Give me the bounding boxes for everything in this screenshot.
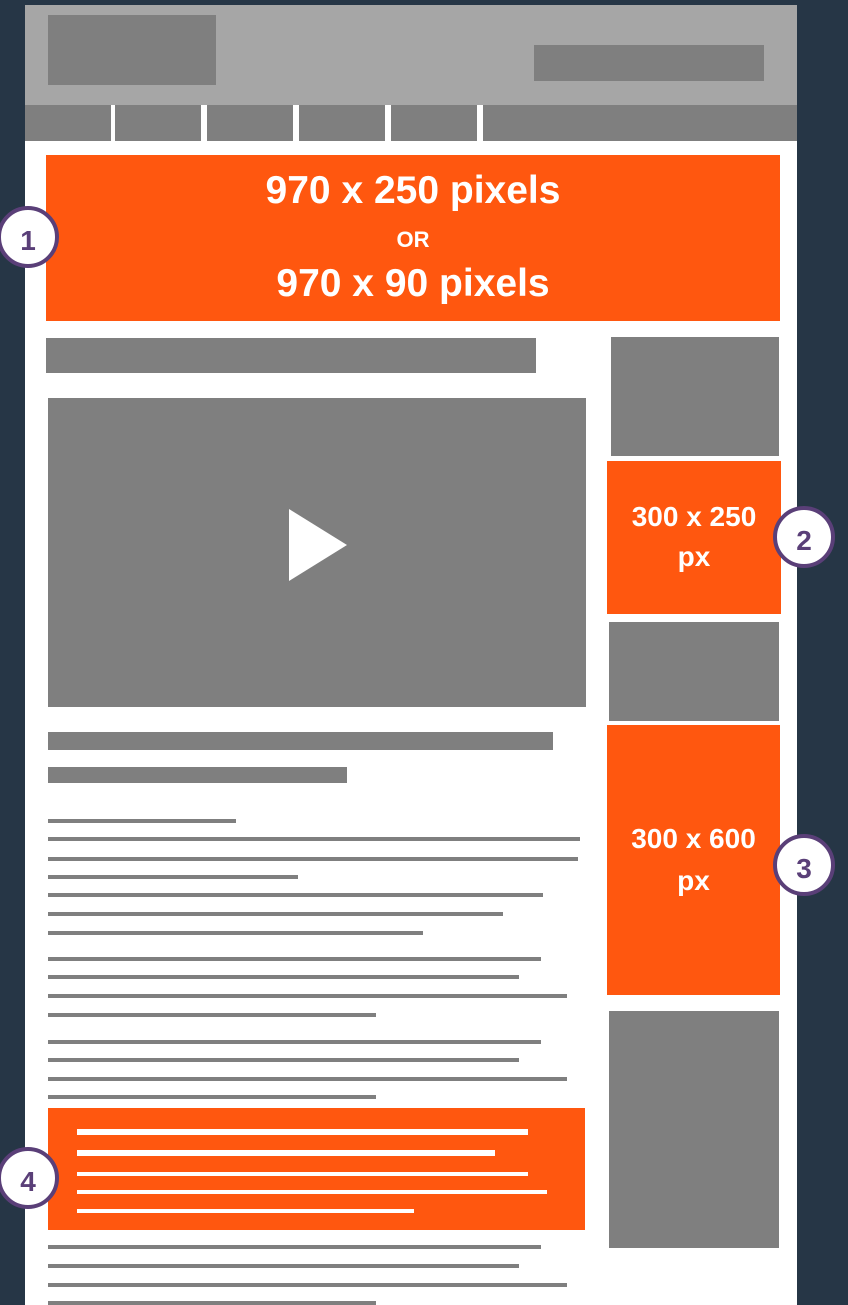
body-text-line xyxy=(48,893,543,897)
body-text-line xyxy=(48,975,519,979)
ad-text-line xyxy=(77,1150,495,1156)
body-text-line xyxy=(48,819,236,823)
ad-slot-medium-rectangle: 300 x 250 px xyxy=(607,461,781,614)
video-player-placeholder[interactable] xyxy=(48,398,586,707)
ad-slot-in-article xyxy=(48,1108,585,1230)
body-text-line xyxy=(48,994,567,998)
ad-text-line xyxy=(77,1129,528,1135)
body-text-line xyxy=(48,912,503,916)
body-text-line xyxy=(48,1040,541,1044)
logo-placeholder xyxy=(48,15,216,85)
body-text-line xyxy=(48,1264,519,1268)
half-page-size-label: 300 x 600 xyxy=(631,823,756,854)
banner-size-primary: 970 x 250 pixels xyxy=(265,169,561,212)
banner-size-alternate: 970 x 90 pixels xyxy=(276,262,550,305)
body-text-line xyxy=(48,1245,541,1249)
play-icon[interactable] xyxy=(289,509,347,581)
body-text-line xyxy=(48,1095,376,1099)
body-text-line xyxy=(48,1013,376,1017)
banner-or-label: OR xyxy=(396,227,430,252)
nav-tab-placeholder xyxy=(299,105,385,141)
body-text-line xyxy=(48,875,298,879)
body-text-line xyxy=(48,1058,519,1062)
marker-3: 3 xyxy=(773,834,835,896)
nav-tab-placeholder xyxy=(115,105,201,141)
ad-text-line xyxy=(77,1209,414,1213)
ad-text-line xyxy=(77,1190,547,1194)
ad-slot-half-page: 300 x 600 px xyxy=(607,725,780,995)
marker-2: 2 xyxy=(773,506,835,568)
headline-placeholder xyxy=(46,338,536,373)
nav-tab-placeholder xyxy=(391,105,477,141)
body-text-line xyxy=(48,837,580,841)
half-page-unit-label: px xyxy=(677,865,710,896)
nav-tab-placeholder xyxy=(207,105,293,141)
body-text-line xyxy=(48,957,541,961)
marker-4: 4 xyxy=(0,1147,59,1209)
subheading-placeholder xyxy=(48,732,553,750)
body-text-line xyxy=(48,1301,376,1305)
body-text-line xyxy=(48,857,578,861)
body-text-line xyxy=(48,1283,567,1287)
body-text-line xyxy=(48,1077,567,1081)
medium-rectangle-size-label: 300 x 250 xyxy=(631,501,757,532)
ad-text-line xyxy=(77,1172,528,1176)
website-layout-mockup: 970 x 250 pixels OR 970 x 90 pixels 300 … xyxy=(25,5,797,1305)
sidebar-content-placeholder xyxy=(609,622,779,721)
ad-slot-billboard-banner: 970 x 250 pixels OR 970 x 90 pixels xyxy=(46,155,780,321)
search-placeholder xyxy=(534,45,764,81)
nav-tab-placeholder xyxy=(483,105,797,141)
navigation-bar xyxy=(25,105,797,141)
medium-rectangle-unit-label: px xyxy=(677,541,711,572)
sidebar-content-placeholder xyxy=(611,337,779,456)
marker-1: 1 xyxy=(0,206,59,268)
subheading-placeholder xyxy=(48,767,347,783)
body-text-line xyxy=(48,931,423,935)
header-placeholder xyxy=(25,5,797,105)
nav-tab-placeholder xyxy=(25,105,111,141)
sidebar-content-placeholder xyxy=(609,1011,779,1248)
